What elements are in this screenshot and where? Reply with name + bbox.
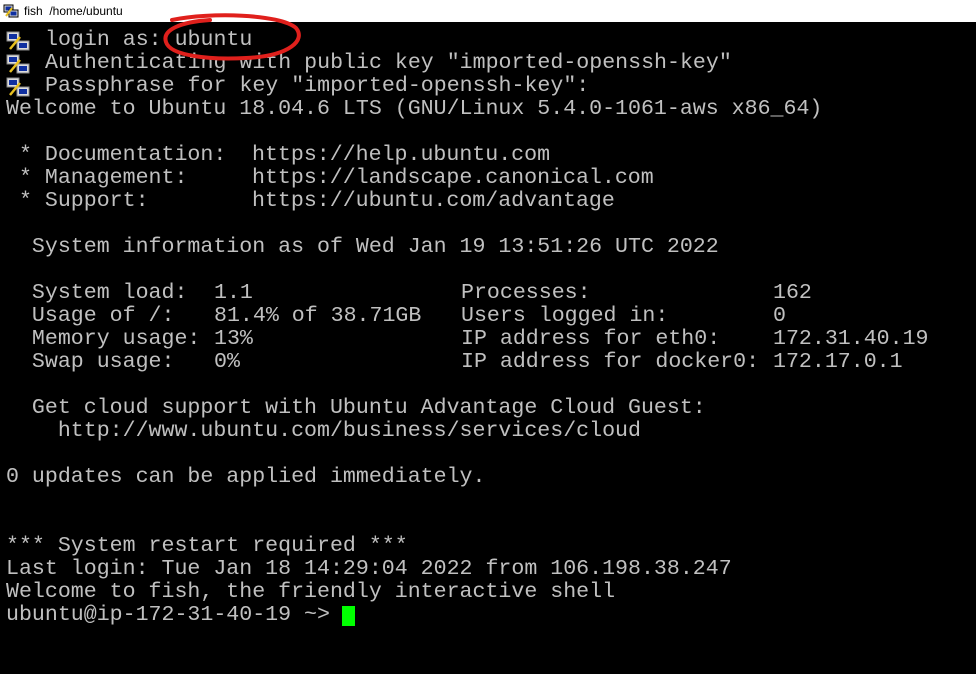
putty-icon	[3, 4, 19, 18]
sysinfo-value: 162	[773, 281, 812, 305]
sysinfo-label: IP address for docker0:	[461, 350, 760, 374]
sysinfo-label: Swap usage:	[6, 350, 175, 374]
support-label: * Support:	[6, 189, 149, 213]
prompt-user-host: ubuntu@ip-172-31-40-19	[6, 603, 292, 627]
sysinfo-label: Users logged in:	[461, 304, 669, 328]
window-title: fish /home/ubuntu	[24, 4, 123, 18]
cloud-support-line: Get cloud support with Ubuntu Advantage …	[6, 396, 706, 420]
prompt-path: ~>	[291, 603, 343, 627]
updates-line: 0 updates can be applied immediately.	[6, 465, 486, 489]
sysinfo-value: 1.1	[214, 281, 253, 305]
support-url[interactable]: https://ubuntu.com/advantage	[252, 190, 615, 213]
sysinfo-header: System information as of Wed Jan 19 13:5…	[6, 235, 719, 259]
sysinfo-label: Processes:	[461, 281, 591, 305]
sysinfo-value: 13%	[214, 327, 253, 351]
putty-window: fish /home/ubuntu login as: ubuntu Authe…	[0, 0, 976, 674]
key-icon	[6, 77, 30, 97]
sysinfo-value: 172.31.40.19	[773, 327, 929, 351]
passphrase-line: Passphrase for key "imported-openssh-key…	[45, 74, 590, 98]
doc-url[interactable]: https://help.ubuntu.com	[252, 144, 550, 167]
sysinfo-label: IP address for eth0:	[461, 327, 721, 351]
welcome-line: Welcome to Ubuntu 18.04.6 LTS (GNU/Linux…	[6, 97, 823, 121]
key-icon	[6, 31, 30, 51]
cloud-url[interactable]: http://www.ubuntu.com/business/services/…	[6, 420, 641, 443]
sysinfo-label: Memory usage:	[6, 327, 201, 351]
sysinfo-value: 172.17.0.1	[773, 350, 903, 374]
mgmt-label: * Management:	[6, 166, 188, 190]
auth-line: Authenticating with public key "imported…	[45, 51, 732, 75]
login-prompt: login as:	[45, 28, 175, 52]
doc-label: * Documentation:	[6, 143, 227, 167]
mgmt-url[interactable]: https://landscape.canonical.com	[252, 167, 654, 190]
key-icon	[6, 54, 30, 74]
last-login-line: Last login: Tue Jan 18 14:29:04 2022 fro…	[6, 557, 732, 581]
sysinfo-value: 0%	[214, 350, 240, 374]
login-line: login as: ubuntu	[45, 29, 252, 52]
terminal-cursor	[342, 606, 355, 626]
title-bar[interactable]: fish /home/ubuntu	[0, 0, 976, 22]
login-username: ubuntu	[174, 28, 253, 52]
shell-prompt[interactable]: ubuntu@ip-172-31-40-19 ~>	[6, 604, 343, 627]
terminal-screen[interactable]: login as: ubuntu Authenticating with pub…	[0, 22, 976, 674]
fish-welcome-line: Welcome to fish, the friendly interactiv…	[6, 580, 616, 604]
sysinfo-label: System load:	[6, 281, 188, 305]
sysinfo-value: 0	[773, 304, 786, 328]
restart-required-line: *** System restart required ***	[6, 534, 408, 558]
sysinfo-value: 81.4% of 38.71GB	[214, 304, 422, 328]
sysinfo-label: Usage of /:	[6, 304, 175, 328]
